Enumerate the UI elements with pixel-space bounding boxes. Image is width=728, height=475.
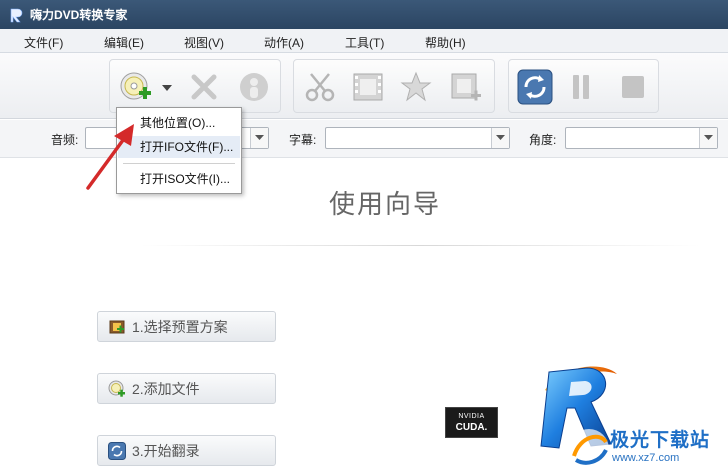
title-bar: 嗨力DVD转换专家 bbox=[0, 0, 728, 29]
add-source-button[interactable] bbox=[118, 69, 154, 105]
toolbar-group-convert bbox=[508, 59, 659, 113]
toolbar-group-edit bbox=[293, 59, 495, 113]
delete-button[interactable] bbox=[186, 69, 222, 105]
film-add-icon bbox=[451, 73, 481, 101]
info-button[interactable] bbox=[236, 69, 272, 105]
site-watermark: 极光下载站 www.xz7.com bbox=[566, 425, 726, 473]
wizard-divider bbox=[140, 245, 700, 246]
film-icon bbox=[353, 73, 383, 101]
nvidia-cuda-badge: NVIDIA CUDA. bbox=[445, 407, 498, 438]
menu-file[interactable]: 文件(F) bbox=[24, 34, 63, 51]
menu-bar: 文件(F) 编辑(E) 视图(V) 动作(A) 工具(T) 帮助(H) bbox=[0, 29, 728, 53]
delete-icon bbox=[191, 74, 217, 100]
info-icon bbox=[240, 73, 268, 101]
convert-button[interactable] bbox=[517, 69, 553, 105]
menu-action[interactable]: 动作(A) bbox=[264, 34, 304, 51]
angle-select-arrow[interactable] bbox=[699, 128, 717, 148]
menu-edit[interactable]: 编辑(E) bbox=[104, 34, 144, 51]
angle-select[interactable] bbox=[565, 127, 718, 149]
film-preset-icon bbox=[108, 318, 126, 336]
convert-icon bbox=[517, 69, 553, 105]
scissors-icon bbox=[305, 73, 335, 102]
wizard-step-1-label: 1.选择预置方案 bbox=[132, 318, 228, 335]
chevron-down-icon bbox=[704, 135, 713, 140]
watermark-url-text: www.xz7.com bbox=[612, 452, 680, 464]
stop-button[interactable] bbox=[615, 69, 651, 105]
add-disc-icon bbox=[120, 72, 151, 100]
chevron-down-icon bbox=[496, 135, 505, 140]
crop-button[interactable] bbox=[350, 69, 386, 105]
cut-button[interactable] bbox=[302, 69, 338, 105]
watermark-logo-icon bbox=[569, 429, 609, 469]
audio-label: 音频: bbox=[51, 133, 79, 147]
wizard-step-select-preset-button[interactable]: 1.选择预置方案 bbox=[97, 311, 276, 342]
wizard-step-2-label: 2.添加文件 bbox=[132, 380, 200, 397]
effect-button[interactable] bbox=[398, 69, 434, 105]
stop-icon bbox=[622, 76, 644, 98]
annotation-arrow-icon bbox=[86, 124, 134, 190]
star-icon bbox=[400, 71, 432, 102]
pause-icon bbox=[573, 75, 589, 99]
merge-button[interactable] bbox=[448, 69, 484, 105]
window-title: 嗨力DVD转换专家 bbox=[30, 8, 128, 22]
subtitle-select[interactable] bbox=[325, 127, 510, 149]
add-disc-icon bbox=[108, 380, 126, 398]
toolbar-group-file bbox=[109, 59, 281, 113]
wizard-step-3-label: 3.开始翻录 bbox=[132, 442, 200, 459]
menu-tools[interactable]: 工具(T) bbox=[345, 34, 384, 51]
convert-icon bbox=[108, 441, 126, 460]
cuda-label: CUDA. bbox=[455, 422, 488, 433]
pause-button[interactable] bbox=[563, 69, 599, 105]
wizard-step-start-rip-button[interactable]: 3.开始翻录 bbox=[97, 435, 276, 466]
watermark-main-text: 极光下载站 bbox=[610, 430, 711, 451]
subtitle-label: 字幕: bbox=[289, 133, 317, 147]
audio-select-arrow[interactable] bbox=[250, 128, 268, 148]
add-source-dropdown-arrow-icon[interactable] bbox=[162, 85, 172, 92]
angle-label: 角度: bbox=[529, 133, 557, 147]
app-logo-icon bbox=[10, 8, 23, 22]
wizard-step-add-file-button[interactable]: 2.添加文件 bbox=[97, 373, 276, 404]
chevron-down-icon bbox=[255, 135, 264, 140]
menu-view[interactable]: 视图(V) bbox=[184, 34, 224, 51]
nvidia-label: NVIDIA bbox=[458, 413, 485, 420]
subtitle-select-arrow[interactable] bbox=[491, 128, 509, 148]
menu-help[interactable]: 帮助(H) bbox=[425, 34, 466, 51]
